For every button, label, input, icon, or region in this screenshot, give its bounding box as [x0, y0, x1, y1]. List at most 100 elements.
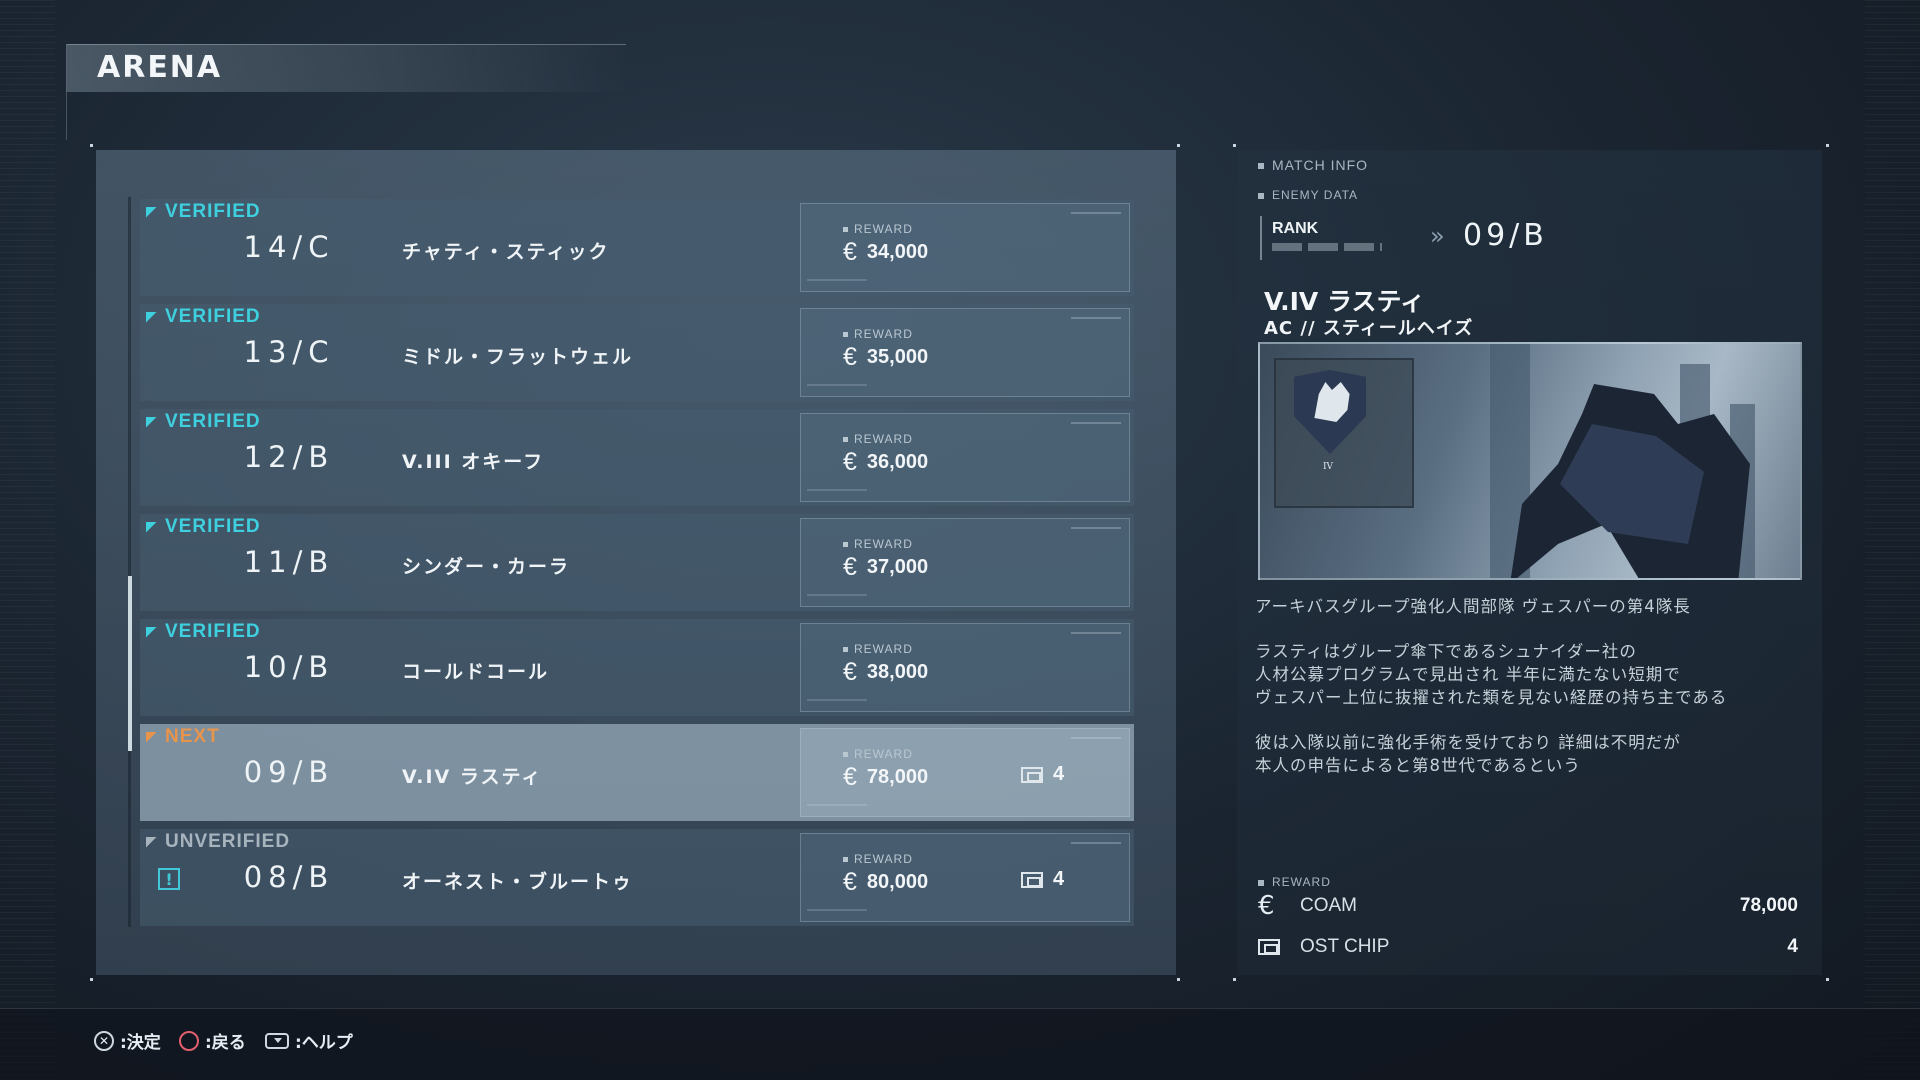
- box-decoration: [1071, 737, 1121, 739]
- touchpad-button-icon: [265, 1032, 289, 1049]
- status-badge: VERIFIED: [146, 201, 261, 223]
- box-decoration: [1071, 527, 1121, 529]
- ost-chip-amount: 4: [1053, 868, 1065, 890]
- coam-amount: 37,000: [866, 556, 929, 578]
- enemy-ac-image: IV: [1258, 342, 1802, 580]
- match-row[interactable]: VERIFIED 14/C チャティ・スティック REWARD € 34,000: [140, 199, 1134, 296]
- reward-name: OST CHIP: [1300, 936, 1390, 957]
- coam-amount: 36,000: [866, 451, 929, 473]
- box-decoration: [1071, 422, 1121, 424]
- reward-label: REWARD: [843, 642, 913, 656]
- corner-marker: [1233, 978, 1236, 981]
- description-line: ラスティはグループ傘下であるシュナイダー社の: [1255, 642, 1637, 661]
- opponent-name: V.IV ラスティ: [402, 766, 543, 788]
- status-text: VERIFIED: [165, 516, 261, 537]
- decorative-scanlines-left: [0, 0, 55, 1080]
- box-decoration: [807, 804, 867, 806]
- status-text: VERIFIED: [165, 411, 261, 432]
- ost-chip-reward: 4: [1021, 868, 1064, 891]
- match-row[interactable]: UNVERIFIED ! 08/B オーネスト・ブルートゥ REWARD € 8…: [140, 829, 1134, 926]
- match-rank: 13/C: [243, 335, 335, 369]
- ost-chip-icon: [1021, 871, 1043, 888]
- emblem-text: IV: [1323, 462, 1334, 472]
- box-decoration: [1071, 842, 1121, 844]
- reward-value: 4: [1787, 936, 1798, 957]
- flag-icon: [146, 521, 157, 533]
- confirm-label: :決定: [120, 1033, 161, 1053]
- coam-icon: €: [843, 763, 857, 791]
- opponent-name: V.III オキーフ: [402, 451, 545, 473]
- help-hint[interactable]: :ヘルプ: [265, 1028, 353, 1053]
- corner-marker: [1826, 978, 1829, 981]
- match-rank: 08/B: [243, 860, 335, 894]
- coam-reward: € 78,000: [843, 763, 928, 792]
- back-hint[interactable]: :戻る: [179, 1028, 246, 1053]
- scrollbar-thumb[interactable]: [128, 576, 132, 751]
- rank-label: RANK: [1272, 220, 1319, 237]
- match-rank: 11/B: [243, 545, 335, 579]
- match-rank: 14/C: [243, 230, 335, 264]
- reward-row-ost-chip: OST CHIP 4: [1258, 932, 1798, 962]
- enemy-pilot-name: V.IV ラスティ: [1264, 287, 1425, 316]
- flag-icon: [146, 311, 157, 323]
- confirm-hint[interactable]: ✕ :決定: [94, 1028, 161, 1053]
- flag-icon: [146, 206, 157, 218]
- box-decoration: [807, 594, 867, 596]
- description-line: アーキバスグループ強化人間部隊 ヴェスパーの第4隊長: [1255, 597, 1691, 616]
- cross-button-icon: ✕: [94, 1030, 114, 1051]
- reward-name: COAM: [1300, 895, 1357, 916]
- double-chevron-icon: »: [1430, 222, 1444, 250]
- coam-icon: €: [843, 553, 857, 581]
- scrollbar-track[interactable]: [128, 197, 131, 927]
- match-info-label: MATCH INFO: [1258, 157, 1368, 173]
- coam-reward: € 38,000: [843, 658, 928, 687]
- reward-box: REWARD € 38,000: [800, 623, 1130, 712]
- coam-icon: €: [843, 658, 857, 686]
- status-text: VERIFIED: [165, 621, 261, 642]
- box-decoration: [807, 384, 867, 386]
- coam-reward: € 35,000: [843, 343, 928, 372]
- box-decoration: [807, 489, 867, 491]
- match-row-selected[interactable]: NEXT 09/B V.IV ラスティ REWARD € 78,000 4: [140, 724, 1134, 821]
- coam-icon: €: [843, 238, 857, 266]
- box-decoration: [807, 909, 867, 911]
- match-row[interactable]: VERIFIED 10/B コールドコール REWARD € 38,000: [140, 619, 1134, 716]
- rank-value: 09/B: [1463, 218, 1548, 253]
- status-badge: VERIFIED: [146, 516, 261, 538]
- status-badge: UNVERIFIED: [146, 831, 290, 853]
- ost-chip-icon: [1258, 939, 1288, 955]
- corner-marker: [90, 978, 93, 981]
- flag-icon: [146, 416, 157, 428]
- corner-marker: [1177, 978, 1180, 981]
- reward-label: REWARD: [843, 432, 913, 446]
- match-row[interactable]: VERIFIED 13/C ミドル・フラットウェル REWARD € 35,00…: [140, 304, 1134, 401]
- box-decoration: [807, 279, 867, 281]
- box-decoration: [1071, 632, 1121, 634]
- header-frame-line: [66, 92, 67, 140]
- reward-value: 78,000: [1739, 895, 1798, 916]
- enemy-data-label: ENEMY DATA: [1258, 188, 1358, 202]
- coam-icon: €: [843, 868, 857, 896]
- flag-icon: [146, 626, 157, 638]
- ost-chip-amount: 4: [1053, 763, 1065, 785]
- reward-label: REWARD: [843, 537, 913, 551]
- match-rank: 09/B: [243, 755, 335, 789]
- corner-marker: [1177, 144, 1180, 147]
- match-row[interactable]: VERIFIED 11/B シンダー・カーラ REWARD € 37,000: [140, 514, 1134, 611]
- enemy-ac-name: AC // スティールヘイズ: [1264, 318, 1474, 339]
- status-badge: NEXT: [146, 726, 220, 748]
- reward-box: REWARD € 37,000: [800, 518, 1130, 607]
- opponent-name: コールドコール: [402, 661, 550, 683]
- status-badge: VERIFIED: [146, 411, 261, 433]
- reward-label: REWARD: [843, 222, 913, 236]
- opponent-name: オーネスト・ブルートゥ: [402, 871, 634, 893]
- reward-box: REWARD € 34,000: [800, 203, 1130, 292]
- reward-label: REWARD: [843, 852, 913, 866]
- box-decoration: [807, 699, 867, 701]
- opponent-name: チャティ・スティック: [402, 241, 610, 263]
- coam-reward: € 37,000: [843, 553, 928, 582]
- page-title: ARENA: [97, 50, 223, 85]
- match-row[interactable]: VERIFIED 12/B V.III オキーフ REWARD € 36,000: [140, 409, 1134, 506]
- coam-icon: €: [1258, 891, 1275, 921]
- description-line: ヴェスパー上位に抜擢された類を見ない経歴の持ち主である: [1255, 688, 1728, 707]
